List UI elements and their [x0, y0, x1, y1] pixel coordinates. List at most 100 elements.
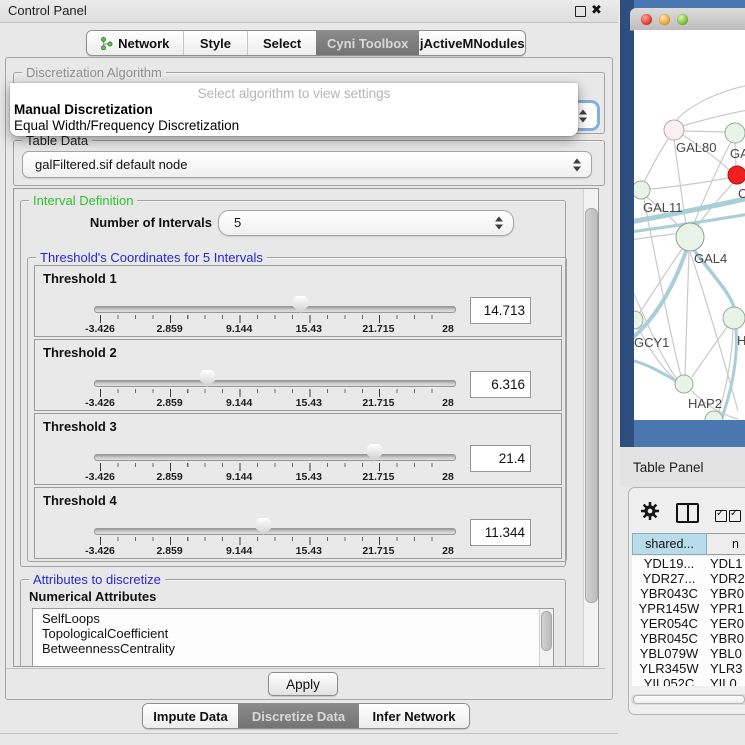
column-header-name[interactable]: n — [707, 533, 745, 555]
threshold-2-label: Threshold 2 — [43, 345, 117, 360]
threshold-coordinates-group: Threshold's Coordinates for 5 Intervals … — [27, 257, 567, 562]
control-panel-titlebar: Control Panel ✖ — [0, 0, 618, 23]
window-frame-edge — [620, 0, 634, 447]
threshold-4-value-field[interactable]: 11.344 — [470, 519, 531, 546]
node-hap2[interactable] — [675, 375, 693, 393]
node-label-h: H — [737, 333, 745, 348]
table-data-combobox[interactable]: galFiltered.sif default node — [22, 151, 592, 178]
float-window-icon[interactable] — [575, 6, 586, 17]
list-item-selfloops[interactable]: SelfLoops — [33, 609, 553, 626]
node-gal11[interactable] — [634, 181, 650, 199]
tab-impute-data[interactable]: Impute Data — [143, 704, 238, 728]
table-panel-title: Table Panel — [633, 460, 704, 475]
threshold-4-panel: Threshold 4 -3.426 2.859 9.144 15.43 21.… — [34, 487, 562, 559]
split-view-icon[interactable] — [676, 503, 699, 523]
node-label-gcy1: GCY1 — [634, 335, 669, 350]
network-canvas[interactable]: GAL80 GA C GAL11 GAL4 GCY1 H HAP2 — [634, 30, 745, 420]
table-row[interactable]: YBR043CYBR0 — [632, 586, 745, 601]
network-view-window: GAL80 GA C GAL11 GAL4 GCY1 H HAP2 — [620, 0, 745, 447]
algorithm-placeholder: Select algorithm to view settings — [10, 86, 578, 101]
node-h[interactable] — [723, 307, 745, 329]
threshold-1-panel: Threshold 1 -3.426 2.859 9.144 15.43 21.… — [34, 265, 562, 337]
tab-style[interactable]: Style — [183, 31, 248, 55]
checkbox-filter-icon[interactable] — [715, 510, 727, 522]
tab-discretize-data[interactable]: Discretize Data — [238, 704, 359, 728]
combo-arrows-icon — [573, 158, 581, 171]
close-icon[interactable]: ✖ — [591, 2, 602, 18]
number-of-intervals-spinner[interactable]: 5 — [218, 210, 514, 236]
threshold-3-label: Threshold 3 — [43, 419, 117, 434]
numerical-attributes-list: SelfLoops TopologicalCoefficient Between… — [32, 608, 554, 667]
table-panel-header: Table Panel — [620, 447, 745, 487]
table-panel: shared... n YDL19...YDL1 YDR27...YDR2 YB… — [628, 487, 745, 715]
table-row[interactable]: YPR145WYPR1 — [632, 601, 745, 616]
minimize-traffic-light-icon[interactable] — [659, 14, 670, 25]
number-of-intervals-label: Number of Intervals — [62, 215, 212, 230]
threshold-3-slider-track[interactable] — [94, 454, 456, 461]
table-row[interactable]: YBR045CYBR0 — [632, 631, 745, 646]
node-label-gal11: GAL11 — [643, 200, 683, 215]
table-data-group: Table Data galFiltered.sif default node — [13, 140, 605, 186]
control-panel-tabbar: Network Style Select Cyni Toolbox jActiv… — [86, 30, 526, 56]
table-hscrollbar[interactable] — [631, 694, 745, 705]
option-manual-discretization[interactable]: Manual Discretization — [14, 102, 153, 117]
node-label-ga: GA — [730, 146, 745, 161]
tab-select[interactable]: Select — [247, 31, 316, 55]
threshold-2-slider-track[interactable] — [94, 380, 456, 387]
threshold-2-value-field[interactable]: 6.316 — [470, 371, 531, 398]
threshold-coordinates-title: Threshold's Coordinates for 5 Intervals — [36, 250, 267, 265]
list-item-betweennesscentrality[interactable]: BetweennessCentrality — [33, 641, 553, 656]
threshold-3-panel: Threshold 3 -3.426 2.859 9.144 15.43 21.… — [34, 413, 562, 485]
spinner-arrows-icon — [495, 217, 503, 230]
network-graph: GAL80 GA C GAL11 GAL4 GCY1 H HAP2 — [634, 30, 745, 420]
threshold-2-tick-labels: -3.426 2.859 9.144 15.43 21.715 28 — [100, 397, 448, 409]
node-gal4[interactable] — [676, 223, 704, 251]
table-row[interactable]: YIL052CYIL0 — [632, 676, 745, 686]
bottom-divider — [0, 733, 618, 734]
checkbox-filter-icon-2[interactable] — [729, 510, 741, 522]
tab-network[interactable]: Network — [87, 31, 183, 55]
close-traffic-light-icon[interactable] — [641, 14, 652, 25]
threshold-3-tick-labels: -3.426 2.859 9.144 15.43 21.715 28 — [100, 471, 448, 483]
numerical-attributes-label: Numerical Attributes — [29, 589, 156, 604]
list-item-topologicalcoefficient[interactable]: TopologicalCoefficient — [33, 626, 553, 641]
network-window-titlebar[interactable] — [630, 8, 745, 31]
screen: Control Panel ✖ Network Style Select Cyn… — [0, 0, 745, 745]
tab-cyni-toolbox[interactable]: Cyni Toolbox — [316, 31, 420, 55]
tab-network-label: Network — [118, 36, 169, 51]
attributes-group: Attributes to discretize Numerical Attri… — [20, 579, 566, 667]
apply-divider — [6, 668, 605, 669]
threshold-4-slider-track[interactable] — [94, 528, 456, 535]
threshold-1-slider-track[interactable] — [94, 306, 456, 313]
table-row[interactable]: YBL079WYBL0 — [632, 646, 745, 661]
node-label-gal80: GAL80 — [676, 140, 716, 155]
threshold-1-tick-labels: -3.426 2.859 9.144 15.43 21.715 28 — [100, 323, 448, 335]
settings-scrollpane: Interval Definition Number of Intervals … — [13, 188, 599, 667]
attributes-list-scrollbar[interactable] — [539, 609, 553, 667]
table-row[interactable]: YLR345WYLR3 — [632, 661, 745, 676]
zoom-traffic-light-icon[interactable] — [677, 14, 688, 25]
node-red-selected[interactable] — [728, 166, 745, 184]
column-header-shared-name[interactable]: shared... — [632, 533, 707, 555]
tab-jactivemnodules[interactable]: jActiveMNodules — [419, 31, 525, 55]
threshold-3-value-field[interactable]: 21.4 — [470, 445, 531, 472]
table-body: YDL19...YDL1 YDR27...YDR2 YBR043CYBR0 YP… — [632, 556, 745, 686]
node-gal80[interactable] — [664, 120, 684, 140]
table-row[interactable]: YER054CYER0 — [632, 616, 745, 631]
table-row[interactable]: YDL19...YDL1 — [632, 556, 745, 571]
node-label-hap2: HAP2 — [688, 396, 722, 411]
interval-definition-group: Interval Definition Number of Intervals … — [20, 200, 566, 567]
table-hscrollbar-thumb[interactable] — [633, 695, 745, 704]
table-row[interactable]: YDR27...YDR2 — [632, 571, 745, 586]
node-gcy1[interactable] — [634, 311, 643, 329]
settings-scrollbar-thumb[interactable] — [585, 208, 598, 603]
threshold-1-label: Threshold 1 — [43, 271, 117, 286]
apply-button[interactable]: Apply — [268, 672, 338, 696]
option-equal-width-frequency[interactable]: Equal Width/Frequency Discretization — [14, 118, 239, 133]
tab-infer-network[interactable]: Infer Network — [359, 704, 469, 728]
settings-scrollbar[interactable] — [583, 189, 598, 666]
threshold-4-label: Threshold 4 — [43, 493, 117, 508]
gear-icon[interactable] — [641, 502, 659, 520]
threshold-1-value-field[interactable]: 14.713 — [470, 297, 531, 324]
node-ga[interactable] — [725, 123, 745, 143]
